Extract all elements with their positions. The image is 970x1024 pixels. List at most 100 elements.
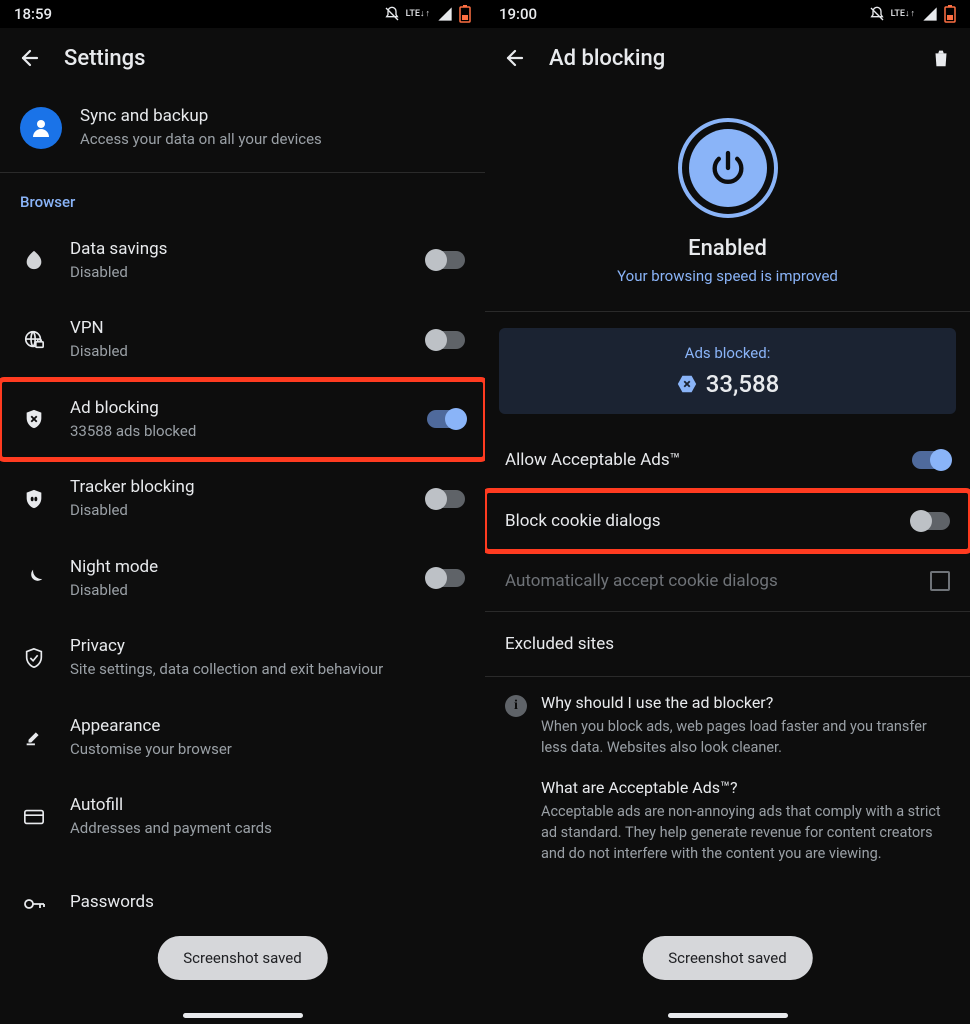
adblock-content: Enabled Your browsing speed is improved …: [485, 88, 970, 1024]
status-icons: LTE↓↑: [384, 5, 471, 23]
nav-handle[interactable]: [183, 1013, 303, 1018]
row-title: Privacy: [70, 636, 465, 656]
row-title: Night mode: [70, 557, 405, 577]
row-tracker-blocking[interactable]: Tracker blocking Disabled: [0, 459, 485, 539]
status-bar: 19:00 LTE↓↑: [485, 0, 970, 28]
hexagon-x-icon: [676, 373, 698, 395]
status-bar: 18:59 LTE↓↑: [0, 0, 485, 28]
info-q: What are Acceptable Ads™?: [541, 778, 950, 797]
right-screen: 19:00 LTE↓↑ Ad blocking Enabled Your bro…: [485, 0, 970, 1024]
row-title: Autofill: [70, 795, 465, 815]
nav-handle[interactable]: [668, 1013, 788, 1018]
moon-icon: [20, 564, 48, 592]
signal-icon: [922, 6, 938, 22]
opt-label: Excluded sites: [505, 634, 614, 654]
notifications-off-icon: [384, 6, 400, 22]
row-subtitle: 33588 ads blocked: [70, 422, 405, 442]
app-header: Settings: [0, 28, 485, 88]
power-button[interactable]: [678, 118, 778, 218]
row-ad-blocking[interactable]: Ad blocking 33588 ads blocked: [0, 380, 485, 460]
shield-check-icon: [20, 644, 48, 672]
battery-icon: [459, 5, 471, 23]
signal-icon: [437, 6, 453, 22]
key-icon: [20, 890, 48, 918]
toggle[interactable]: [912, 512, 950, 530]
page-title: Settings: [64, 46, 145, 71]
toggle[interactable]: [427, 410, 465, 428]
battery-icon: [944, 5, 956, 23]
row-title: Ad blocking: [70, 398, 405, 418]
sync-title: Sync and backup: [80, 106, 322, 126]
leaf-icon: [20, 246, 48, 274]
row-allow-acceptable-ads[interactable]: Allow Acceptable Ads™: [485, 430, 970, 491]
row-subtitle: Addresses and payment cards: [70, 819, 465, 839]
info-item: What are Acceptable Ads™? Acceptable ads…: [541, 778, 950, 864]
brush-icon: [20, 723, 48, 751]
settings-content: Sync and backup Access your data on all …: [0, 88, 485, 1024]
status-time: 19:00: [499, 5, 537, 23]
row-subtitle: Disabled: [70, 342, 405, 362]
back-arrow-icon[interactable]: [503, 46, 527, 70]
avatar-icon: [20, 107, 62, 149]
sync-subtitle: Access your data on all your devices: [80, 130, 322, 150]
toast: Screenshot saved: [642, 936, 812, 980]
info-q: Why should I use the ad blocker?: [541, 693, 950, 712]
row-title: Tracker blocking: [70, 477, 405, 497]
ads-blocked-card: Ads blocked: 33,588: [499, 328, 956, 414]
app-header: Ad blocking: [485, 28, 970, 88]
shield-footprint-icon: [20, 485, 48, 513]
row-excluded-sites[interactable]: Excluded sites: [485, 612, 970, 677]
toggle[interactable]: [427, 490, 465, 508]
row-subtitle: Disabled: [70, 581, 405, 601]
toggle[interactable]: [427, 251, 465, 269]
lte-icon: LTE↓↑: [891, 10, 916, 19]
row-subtitle: Disabled: [70, 501, 405, 521]
row-title: VPN: [70, 318, 405, 338]
trash-icon[interactable]: [930, 47, 952, 69]
opt-label: Allow Acceptable Ads™: [505, 450, 898, 470]
row-block-cookie-dialogs[interactable]: Block cookie dialogs: [485, 491, 970, 551]
row-auto-accept-cookies: Automatically accept cookie dialogs: [485, 551, 970, 612]
sync-texts: Sync and backup Access your data on all …: [80, 106, 322, 150]
toggle[interactable]: [427, 331, 465, 349]
notifications-off-icon: [869, 6, 885, 22]
power-icon: [708, 148, 748, 188]
toggle[interactable]: [912, 451, 950, 469]
row-title: Data savings: [70, 239, 405, 259]
row-privacy[interactable]: Privacy Site settings, data collection a…: [0, 618, 485, 698]
row-subtitle: Customise your browser: [70, 740, 465, 760]
row-appearance[interactable]: Appearance Customise your browser: [0, 698, 485, 778]
back-arrow-icon[interactable]: [18, 46, 42, 70]
info-a: When you block ads, web pages load faste…: [541, 716, 950, 758]
checkbox: [930, 571, 950, 591]
row-passwords[interactable]: Passwords: [0, 857, 485, 933]
shield-x-icon: [20, 405, 48, 433]
row-vpn[interactable]: VPN Disabled: [0, 300, 485, 380]
opt-label: Automatically accept cookie dialogs: [505, 571, 916, 591]
lte-icon: LTE↓↑: [406, 10, 431, 19]
toggle[interactable]: [427, 569, 465, 587]
opt-label: Block cookie dialogs: [505, 511, 898, 531]
info-a: Acceptable ads are non-annoying ads that…: [541, 801, 950, 864]
row-title: Passwords: [70, 892, 465, 912]
hero-title: Enabled: [688, 236, 767, 261]
row-data-savings[interactable]: Data savings Disabled: [0, 221, 485, 301]
row-subtitle: Site settings, data collection and exit …: [70, 660, 465, 680]
stat-label: Ads blocked:: [509, 344, 946, 362]
left-screen: 18:59 LTE↓↑ Settings Sync and backup Acc…: [0, 0, 485, 1024]
stat-value: 33,588: [706, 370, 780, 398]
page-title: Ad blocking: [549, 46, 665, 71]
info-icon: i: [505, 695, 527, 717]
section-label-browser: Browser: [0, 173, 485, 221]
status-icons: LTE↓↑: [869, 5, 956, 23]
row-night-mode[interactable]: Night mode Disabled: [0, 539, 485, 619]
info-block: i Why should I use the ad blocker? When …: [485, 677, 970, 884]
row-subtitle: Disabled: [70, 263, 405, 283]
hero: Enabled Your browsing speed is improved: [485, 88, 970, 312]
toast: Screenshot saved: [157, 936, 327, 980]
info-item: Why should I use the ad blocker? When yo…: [541, 693, 950, 758]
row-autofill[interactable]: Autofill Addresses and payment cards: [0, 777, 485, 857]
credit-card-icon: [20, 803, 48, 831]
sync-row[interactable]: Sync and backup Access your data on all …: [0, 88, 485, 173]
status-time: 18:59: [14, 5, 52, 23]
